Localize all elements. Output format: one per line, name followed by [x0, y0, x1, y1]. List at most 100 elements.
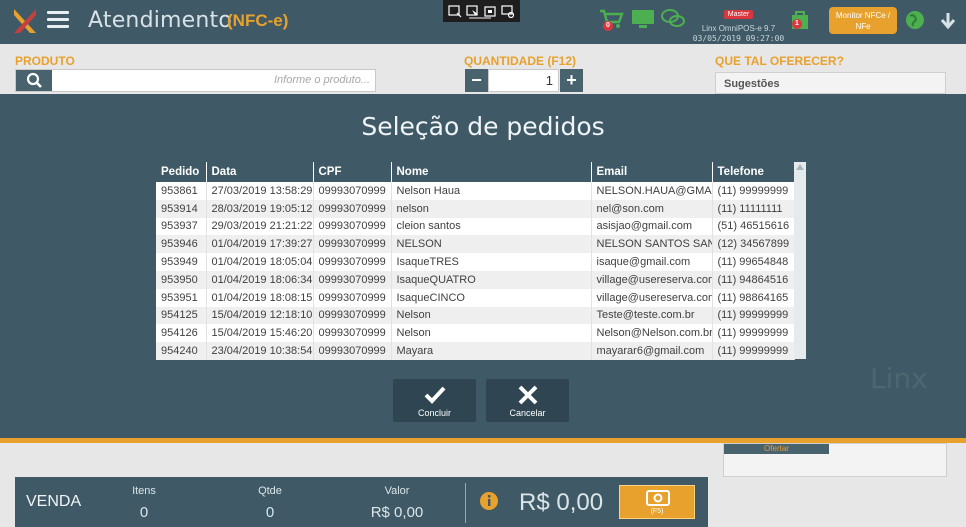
table-cell: Nelson	[391, 306, 592, 325]
column-header[interactable]: Email	[591, 162, 713, 182]
table-cell: asisjao@gmail.com	[591, 217, 713, 236]
cart-count-badge: 0	[603, 21, 613, 31]
table-cell: NELSON	[391, 235, 592, 254]
offer-button[interactable]: Ofertar	[724, 444, 829, 454]
scroll-up-icon[interactable]	[796, 164, 804, 170]
table-cell: 09993070999	[313, 235, 392, 254]
items-value: 0	[139, 504, 149, 521]
cancel-label: Cancelar	[509, 408, 546, 418]
globe-icon[interactable]	[905, 10, 925, 30]
table-cell: village@usereserva.com	[591, 288, 713, 307]
table-cell: (11) 99999999	[712, 182, 795, 200]
table-row[interactable]: 953950 01/04/2019 18:06:34 09993070999 Isaq…	[156, 270, 795, 289]
table-cell: Nelson@Nelson.com.br	[591, 324, 713, 343]
column-header[interactable]: Pedido	[156, 162, 207, 182]
capture-toolbar-handle[interactable]	[469, 17, 491, 19]
qty-label: Qtde	[258, 485, 282, 497]
menu-icon[interactable]	[47, 11, 69, 29]
table-cell: 954125	[156, 306, 207, 325]
quantity-input[interactable]: 1	[488, 69, 559, 92]
table-row[interactable]: 953937 29/03/2019 21:21:22 09993070999 clei…	[156, 217, 795, 236]
table-row[interactable]: 953946 01/04/2019 17:39:27 09993070999 NELS…	[156, 235, 795, 254]
linx-watermark: Linx	[870, 362, 928, 395]
column-header[interactable]: Telefone	[712, 162, 795, 182]
items-label: Itens	[132, 485, 156, 497]
column-header[interactable]: Data	[206, 162, 314, 182]
product-label: PRODUTO	[15, 54, 75, 68]
quantity-increase-button[interactable]: +	[560, 69, 583, 92]
table-scrollbar[interactable]	[794, 162, 806, 359]
summary-divider	[465, 483, 466, 523]
table-cell: 27/03/2019 13:58:29	[206, 182, 314, 200]
table-cell: 09993070999	[313, 199, 392, 218]
confirm-button[interactable]: Concluir	[393, 379, 476, 422]
table-cell: IsaqueCINCO	[391, 288, 592, 307]
info-icon[interactable]	[479, 491, 499, 511]
table-cell: 954126	[156, 324, 207, 343]
table-row[interactable]: 954126 15/04/2019 15:46:20 09993070999 Nels…	[156, 324, 795, 343]
sale-summary-bar: VENDA Itens 0 Qtde 0 Valor R$ 0,00 R$ 0,…	[15, 477, 708, 527]
cancel-button[interactable]: Cancelar	[486, 379, 569, 422]
table-cell: 953946	[156, 235, 207, 254]
top-bar: Atendimento (NFC-e) 0 Master Linx OmniPO…	[0, 0, 966, 44]
column-header[interactable]: Nome	[391, 162, 592, 182]
quantity-decrease-button[interactable]: −	[465, 69, 488, 92]
capture-window-icon[interactable]	[448, 4, 462, 18]
value-value: R$ 0,00	[370, 504, 424, 521]
table-cell: nelson	[391, 199, 592, 218]
quantity-label: QUANTIDADE (F12)	[464, 54, 577, 68]
table-cell: 09993070999	[313, 324, 392, 343]
version-info: Master Linx OmniPOS-e 9.7 03/05/2019 09:…	[690, 3, 787, 44]
arrow-down-icon[interactable]	[938, 11, 958, 31]
table-cell: nel@son.com	[591, 199, 713, 218]
table-cell: 09993070999	[313, 253, 392, 271]
payment-button[interactable]: (F5)	[619, 485, 695, 519]
table-cell: 953861	[156, 182, 207, 200]
table-cell: 01/04/2019 18:08:15	[206, 288, 314, 307]
table-cell: (12) 34567899	[712, 235, 795, 254]
table-row[interactable]: 953861 27/03/2019 13:58:29 09993070999 Nels…	[156, 182, 795, 200]
table-cell: 01/04/2019 18:06:34	[206, 270, 314, 289]
master-tag: Master	[723, 10, 754, 19]
table-row[interactable]: 954240 23/04/2019 10:38:54 09993070999 Maya…	[156, 342, 795, 360]
chat-icon[interactable]	[660, 8, 686, 30]
table-row[interactable]: 953951 01/04/2019 18:08:15 09993070999 Isaq…	[156, 288, 795, 307]
table-cell: 09993070999	[313, 217, 392, 236]
page-title: Atendimento	[88, 8, 233, 33]
capture-region-icon[interactable]	[483, 5, 497, 18]
suggestions-panel-lower: Ofertar	[723, 443, 947, 477]
table-cell: 15/04/2019 15:46:20	[206, 324, 314, 343]
table-cell: 09993070999	[313, 270, 392, 289]
table-cell: 953951	[156, 288, 207, 307]
payment-key-label: (F5)	[650, 508, 664, 515]
table-cell: 09993070999	[313, 288, 392, 307]
table-cell: village@usereserva.com	[591, 270, 713, 289]
table-cell: NELSON SANTOS SANT	[591, 235, 713, 254]
page-subtitle: (NFC-e)	[227, 11, 289, 30]
product-search-input[interactable]: Informe o produto...	[15, 69, 376, 92]
table-cell: IsaqueTRES	[391, 253, 592, 271]
table-cell: 09993070999	[313, 182, 392, 200]
table-cell: (11) 99999999	[712, 342, 795, 360]
capture-settings-icon[interactable]	[501, 4, 515, 18]
table-cell: isaque@gmail.com	[591, 253, 713, 271]
search-button[interactable]	[16, 70, 52, 91]
sale-label: VENDA	[26, 493, 82, 510]
table-row[interactable]: 953949 01/04/2019 18:05:04 09993070999 Isaq…	[156, 253, 795, 271]
monitor-nfce-button[interactable]: Monitor NFCe / NFe	[829, 7, 897, 34]
monitor-icon[interactable]	[630, 8, 656, 30]
table-row[interactable]: 953914 28/03/2019 19:05:12 09993070999 nels…	[156, 199, 795, 218]
table-cell: 29/03/2019 21:21:22	[206, 217, 314, 236]
capture-pointer-icon[interactable]	[466, 4, 480, 18]
table-cell: (11) 99999999	[712, 306, 795, 325]
suggestions-panel: Sugestões	[715, 72, 946, 94]
table-row[interactable]: 954125 15/04/2019 12:18:10 09993070999 Nels…	[156, 306, 795, 325]
column-header[interactable]: CPF	[313, 162, 392, 182]
modal-title: Seleção de pedidos	[361, 112, 605, 141]
table-cell: 15/04/2019 12:18:10	[206, 306, 314, 325]
qty-value: 0	[265, 504, 275, 521]
search-placeholder: Informe o produto...	[274, 74, 370, 86]
table-cell: (11) 94864516	[712, 270, 795, 289]
table-cell: Mayara	[391, 342, 592, 360]
table-cell: NELSON.HAUA@GMAIL	[591, 182, 713, 200]
